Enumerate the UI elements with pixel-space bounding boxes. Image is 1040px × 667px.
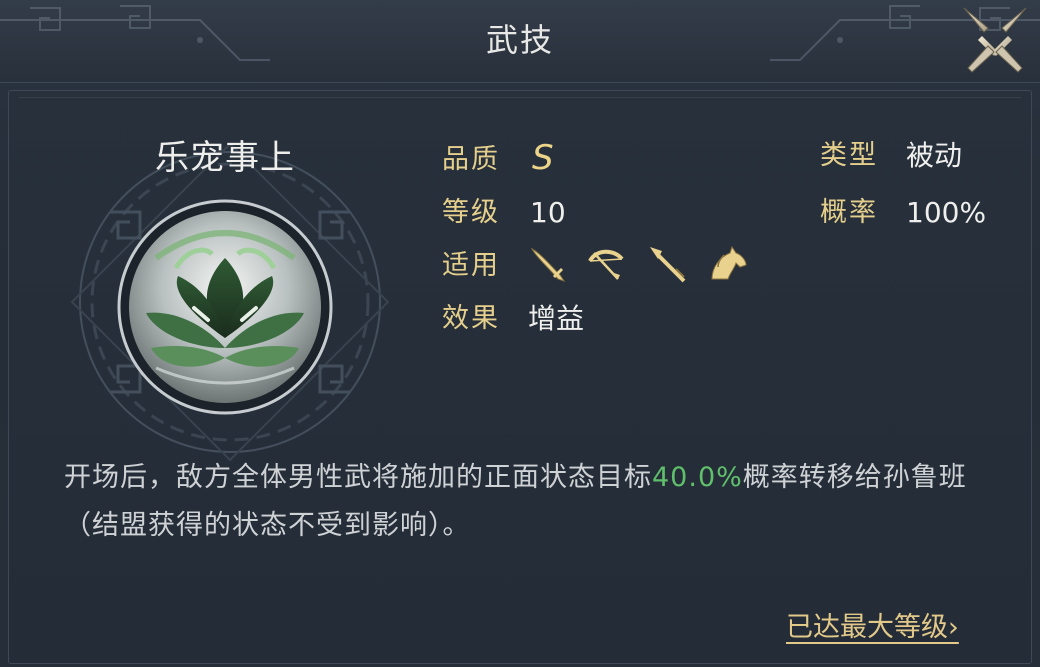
panel-divider bbox=[19, 97, 1021, 98]
header-bar: 武技 bbox=[0, 0, 1040, 83]
type-label: 类型 bbox=[820, 140, 878, 171]
chance-value: 100% bbox=[906, 196, 987, 229]
description-text-before: 开场后，敌方全体男性武将施加的正面状态目标 bbox=[64, 462, 652, 493]
spear-icon bbox=[650, 247, 686, 283]
effect-value: 增益 bbox=[528, 302, 585, 335]
skill-detail-screen: 武技 乐宠事上 品质 S 等级 10 适用 效果 增益 类型 被动 概率 100… bbox=[0, 0, 1040, 667]
applies-label: 适用 bbox=[442, 250, 500, 281]
page-title: 武技 bbox=[485, 21, 554, 59]
skill-description: 开场后，敌方全体男性武将施加的正面状态目标40.0%概率转移给孙鲁班（结盟获得的… bbox=[64, 454, 984, 550]
level-label: 等级 bbox=[442, 197, 500, 228]
skill-name: 乐宠事上 bbox=[155, 138, 295, 178]
sword-icon bbox=[530, 247, 566, 282]
max-level-text: 已达最大等级 bbox=[786, 612, 948, 643]
close-button[interactable] bbox=[958, 2, 1032, 76]
quality-label: 品质 bbox=[442, 144, 500, 175]
chevron-right-icon: › bbox=[948, 612, 959, 643]
effect-label: 效果 bbox=[442, 303, 500, 334]
crossed-blades-close-icon bbox=[963, 7, 1027, 73]
bow-icon bbox=[588, 249, 624, 280]
description-highlight: 40.0% bbox=[652, 462, 743, 493]
green-lotus-orb-icon bbox=[117, 199, 333, 415]
quality-value: S bbox=[532, 138, 554, 178]
type-value: 被动 bbox=[906, 139, 963, 172]
level-value: 10 bbox=[530, 196, 566, 229]
header-ornament-left bbox=[0, 5, 270, 61]
chance-label: 概率 bbox=[820, 197, 878, 228]
horse-icon bbox=[711, 245, 747, 280]
max-level-link[interactable]: 已达最大等级› bbox=[786, 608, 996, 652]
